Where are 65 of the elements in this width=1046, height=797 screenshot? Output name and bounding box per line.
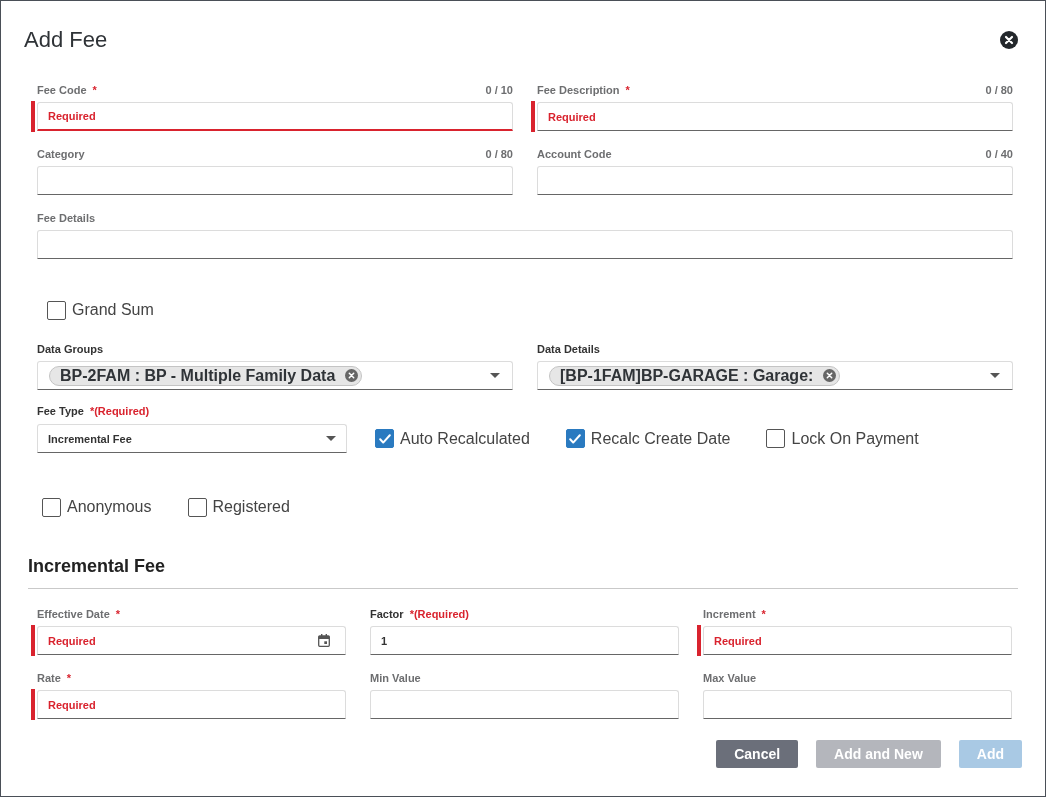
input-field[interactable]: Required bbox=[37, 690, 346, 719]
required-mark: * bbox=[92, 83, 97, 97]
input-field[interactable] bbox=[37, 230, 1013, 259]
field-label: Max Value bbox=[703, 671, 757, 685]
field-label: Fee Code bbox=[37, 83, 87, 97]
caret-icon bbox=[326, 436, 336, 441]
fee-type-select[interactable]: Incremental Fee bbox=[37, 424, 347, 453]
field-label: Fee Description bbox=[537, 83, 620, 97]
field-label: Data Details bbox=[537, 342, 600, 356]
calendar-icon[interactable] bbox=[318, 634, 330, 647]
character-counter: 0 / 80 bbox=[485, 147, 513, 161]
input-field[interactable] bbox=[703, 690, 1012, 719]
checkbox-label[interactable]: Auto Recalculated bbox=[400, 428, 530, 449]
checkbox-label[interactable]: Grand Sum bbox=[72, 300, 154, 320]
input-field[interactable]: Required bbox=[703, 626, 1012, 655]
required-mark: * bbox=[66, 671, 72, 685]
input-field[interactable]: Required bbox=[537, 102, 1013, 131]
checkbox-label[interactable]: Anonymous bbox=[67, 497, 152, 517]
field-label: Category bbox=[37, 147, 85, 161]
field-label: Data Groups bbox=[37, 342, 103, 356]
field-label: Fee Details bbox=[37, 211, 96, 225]
required-mark: *(Required) bbox=[409, 607, 469, 621]
tag-label: BP-2FAM : BP - Multiple Family Data bbox=[60, 366, 336, 385]
required-mark: * bbox=[625, 83, 630, 97]
checkbox[interactable] bbox=[47, 300, 66, 320]
field-label: Increment bbox=[703, 607, 756, 621]
input-field[interactable] bbox=[37, 166, 513, 195]
field-label: Effective Date bbox=[37, 607, 110, 621]
checkbox[interactable] bbox=[565, 429, 585, 448]
remove-icon[interactable] bbox=[345, 369, 359, 382]
checkmark-icon bbox=[569, 433, 582, 444]
tag-label: [BP-1FAM]BP-GARAGE : Garage: bbox=[560, 366, 814, 385]
field-label: Rate bbox=[37, 671, 61, 685]
checkmark-icon bbox=[378, 433, 391, 444]
checkbox[interactable] bbox=[42, 497, 61, 517]
date-field[interactable]: Required bbox=[37, 626, 346, 655]
character-counter: 0 / 80 bbox=[985, 83, 1013, 97]
checkbox[interactable] bbox=[766, 429, 786, 448]
character-counter: 0 / 40 bbox=[985, 147, 1013, 161]
input-field[interactable] bbox=[370, 690, 679, 719]
multi-select[interactable]: BP-2FAM : BP - Multiple Family Data bbox=[37, 361, 513, 390]
checkbox[interactable] bbox=[187, 497, 207, 517]
required-mark: * bbox=[761, 607, 766, 621]
character-counter: 0 / 10 bbox=[485, 83, 513, 97]
field-label: Fee Type bbox=[37, 404, 84, 418]
field-label: Account Code bbox=[537, 147, 612, 161]
section-heading: Incremental Fee bbox=[28, 555, 166, 577]
dialog-title: Add Fee bbox=[24, 26, 108, 54]
required-mark: *(Required) bbox=[89, 404, 150, 418]
input-field[interactable]: 1 bbox=[370, 626, 679, 655]
input-field[interactable] bbox=[537, 166, 1013, 195]
cancel-button[interactable]: Cancel bbox=[716, 740, 799, 768]
input-field[interactable]: Required bbox=[37, 102, 513, 131]
caret-icon bbox=[990, 373, 1000, 378]
remove-icon[interactable] bbox=[823, 369, 837, 382]
multi-select[interactable]: [BP-1FAM]BP-GARAGE : Garage: bbox=[537, 361, 1013, 390]
checkbox-label[interactable]: Recalc Create Date bbox=[590, 428, 731, 449]
field-label: Min Value bbox=[370, 671, 421, 685]
checkbox-label[interactable]: Registered bbox=[212, 497, 290, 517]
checkbox-label[interactable]: Lock On Payment bbox=[791, 428, 919, 449]
required-mark: * bbox=[115, 607, 121, 621]
checkbox[interactable] bbox=[375, 429, 394, 448]
field-label: Factor bbox=[370, 607, 404, 621]
caret-icon bbox=[490, 373, 500, 378]
close-icon[interactable] bbox=[1000, 31, 1018, 49]
